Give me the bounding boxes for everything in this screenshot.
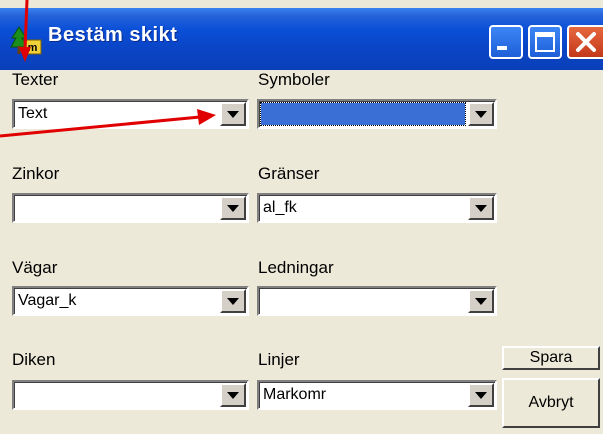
chevron-down-icon xyxy=(475,110,487,118)
ledningar-combo[interactable] xyxy=(257,286,497,316)
ledningar-label: Ledningar xyxy=(258,258,334,277)
granser-label: Gränser xyxy=(258,164,320,183)
granser-combo[interactable]: al_fk xyxy=(257,193,497,223)
linjer-combo[interactable]: Markomr xyxy=(257,380,497,410)
zinkor-label: Zinkor xyxy=(12,164,60,183)
svg-text:m: m xyxy=(28,42,38,54)
symboler-combo[interactable] xyxy=(257,99,497,129)
close-icon xyxy=(576,32,596,52)
dialog-window: m Bestäm skikt Texter Text Symboler Zink… xyxy=(0,0,603,434)
granser-value: al_fk xyxy=(263,199,297,216)
linjer-dropdown-button[interactable] xyxy=(468,383,494,407)
vagar-label: Vägar xyxy=(12,258,58,277)
chevron-down-icon xyxy=(475,204,487,212)
save-button[interactable]: Spara xyxy=(502,346,600,370)
chevron-down-icon xyxy=(227,204,239,212)
chevron-down-icon xyxy=(227,297,239,305)
diken-combo[interactable] xyxy=(12,380,249,410)
texter-dropdown-button[interactable] xyxy=(220,102,246,126)
maximize-icon xyxy=(535,32,555,52)
chevron-down-icon xyxy=(227,110,239,118)
zinkor-combo[interactable] xyxy=(12,193,249,223)
chevron-down-icon xyxy=(227,391,239,399)
texter-combo[interactable]: Text xyxy=(12,99,249,129)
diken-dropdown-button[interactable] xyxy=(220,383,246,407)
zinkor-dropdown-button[interactable] xyxy=(220,196,246,220)
vagar-combo[interactable]: Vagar_k xyxy=(12,286,249,316)
linjer-value: Markomr xyxy=(263,386,327,403)
texter-value: Text xyxy=(18,105,48,122)
texter-label: Texter xyxy=(12,70,59,89)
chevron-down-icon xyxy=(475,297,487,305)
ledningar-dropdown-button[interactable] xyxy=(468,289,494,313)
minimize-button[interactable] xyxy=(489,25,523,59)
diken-label: Diken xyxy=(12,350,56,369)
vagar-value: Vagar_k xyxy=(18,292,77,309)
maximize-button[interactable] xyxy=(528,25,562,59)
minimize-icon xyxy=(497,46,507,50)
tree-mi-icon: m xyxy=(10,26,42,56)
chevron-down-icon xyxy=(475,391,487,399)
cancel-button[interactable]: Avbryt xyxy=(502,378,600,428)
window-title: Bestäm skikt xyxy=(48,24,178,46)
vagar-dropdown-button[interactable] xyxy=(220,289,246,313)
granser-dropdown-button[interactable] xyxy=(468,196,494,220)
close-button[interactable] xyxy=(567,25,603,59)
linjer-label: Linjer xyxy=(258,350,300,369)
symboler-dropdown-button[interactable] xyxy=(468,102,494,126)
symboler-label: Symboler xyxy=(258,70,330,89)
selection-highlight xyxy=(260,102,466,126)
